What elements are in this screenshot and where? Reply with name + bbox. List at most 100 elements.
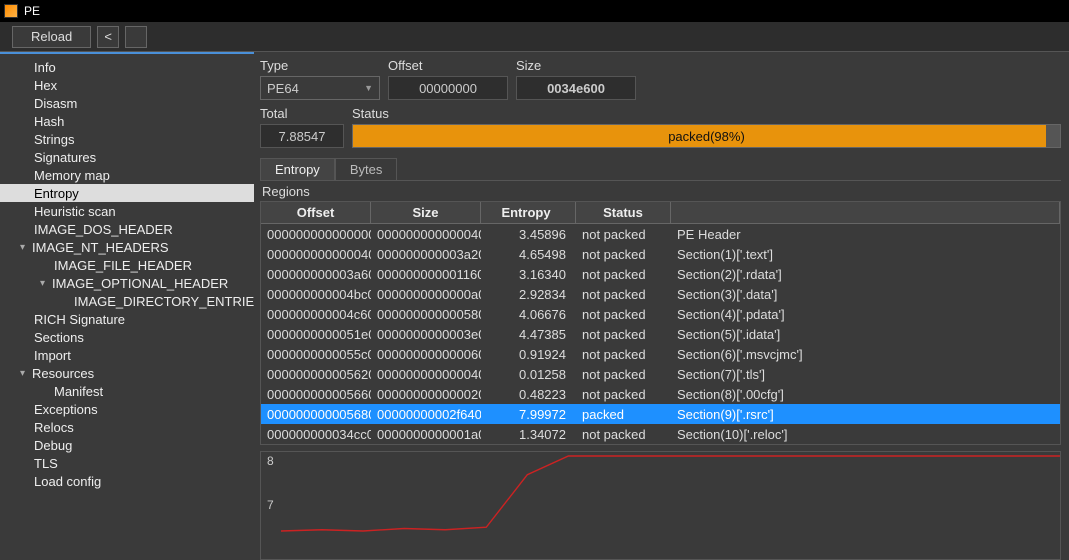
expand-icon: ▾ <box>40 278 52 289</box>
cell: Section(2)['.rdata'] <box>671 267 1060 282</box>
tree-item-label: TLS <box>34 456 58 471</box>
tree-item[interactable]: Relocs <box>0 418 254 436</box>
cell: 0000000000000400 <box>371 227 481 242</box>
cell: 3.16340 <box>481 267 576 282</box>
tree-item[interactable]: IMAGE_DIRECTORY_ENTRIES <box>0 292 254 310</box>
tab-bytes[interactable]: Bytes <box>335 158 398 180</box>
tree-item[interactable]: ▾IMAGE_OPTIONAL_HEADER <box>0 274 254 292</box>
cell: 0000000000000400 <box>371 367 481 382</box>
cell: 0000000000056200 <box>261 367 371 382</box>
cell: 000000000034cc00 <box>261 427 371 442</box>
cell: 4.65498 <box>481 247 576 262</box>
tree-item-label: IMAGE_DIRECTORY_ENTRIES <box>74 294 254 309</box>
tree-item-label: Load config <box>34 474 101 489</box>
cell: 0.91924 <box>481 347 576 362</box>
tree-item-label: Signatures <box>34 150 96 165</box>
tree-item-label: IMAGE_FILE_HEADER <box>54 258 192 273</box>
reload-button[interactable]: Reload <box>12 26 91 48</box>
tree-item[interactable]: Strings <box>0 130 254 148</box>
cell: 0000000000051e00 <box>261 327 371 342</box>
type-combo[interactable]: PE64 ▼ <box>260 76 380 100</box>
regions-table: Offset Size Entropy Status 0000000000000… <box>260 201 1061 445</box>
status-label: Status <box>352 106 1061 121</box>
cell: not packed <box>576 347 671 362</box>
table-row[interactable]: 000000000005680000000000002f64007.99972p… <box>261 404 1060 424</box>
tree-item[interactable]: Exceptions <box>0 400 254 418</box>
table-row[interactable]: 000000000005620000000000000004000.01258n… <box>261 364 1060 384</box>
table-row[interactable]: 000000000005660000000000000002000.48223n… <box>261 384 1060 404</box>
tree-item[interactable]: ▾Resources <box>0 364 254 382</box>
tree-item[interactable]: Info <box>0 58 254 76</box>
tree-item-label: Resources <box>32 366 94 381</box>
tree-item-label: Import <box>34 348 71 363</box>
table-row[interactable]: 0000000000055c0000000000000006000.91924n… <box>261 344 1060 364</box>
tree-item[interactable]: Hex <box>0 76 254 94</box>
tree-item-label: Relocs <box>34 420 74 435</box>
cell: not packed <box>576 307 671 322</box>
type-label: Type <box>260 58 380 73</box>
tree-item-label: IMAGE_OPTIONAL_HEADER <box>52 276 228 291</box>
cell: Section(10)['.reloc'] <box>671 427 1060 442</box>
cell: 000000000003a200 <box>371 247 481 262</box>
total-value: 7.88547 <box>260 124 344 148</box>
cell: Section(6)['.msvcjmc'] <box>671 347 1060 362</box>
cell: 0000000000056600 <box>261 387 371 402</box>
tree-item[interactable]: IMAGE_DOS_HEADER <box>0 220 254 238</box>
tree-item[interactable]: Entropy <box>0 184 254 202</box>
cell: 0000000000000400 <box>261 247 371 262</box>
tree-item-label: Sections <box>34 330 84 345</box>
tree-item[interactable]: Hash <box>0 112 254 130</box>
cell: Section(8)['.00cfg'] <box>671 387 1060 402</box>
app-icon <box>4 4 18 18</box>
tree-item[interactable]: Signatures <box>0 148 254 166</box>
back-button[interactable]: < <box>97 26 119 48</box>
tree-item[interactable]: TLS <box>0 454 254 472</box>
cell: 2.92834 <box>481 287 576 302</box>
total-label: Total <box>260 106 344 121</box>
entropy-chart: 8 7 <box>260 451 1061 560</box>
tree-item-label: IMAGE_DOS_HEADER <box>34 222 173 237</box>
col-entropy[interactable]: Entropy <box>481 202 576 223</box>
tree-item[interactable]: ▾IMAGE_NT_HEADERS <box>0 238 254 256</box>
col-offset[interactable]: Offset <box>261 202 371 223</box>
tree-item[interactable]: Debug <box>0 436 254 454</box>
table-row[interactable]: 000000000000000000000000000004003.45896n… <box>261 224 1060 244</box>
table-row[interactable]: 000000000004bc000000000000000a002.92834n… <box>261 284 1060 304</box>
tree-item[interactable]: Import <box>0 346 254 364</box>
sidebar: InfoHexDisasmHash Strings SignaturesMemory… <box>0 52 254 560</box>
tree-item[interactable]: Manifest <box>0 382 254 400</box>
tree-item[interactable]: Memory map <box>0 166 254 184</box>
table-row[interactable]: 000000000034cc000000000000001a001.34072n… <box>261 424 1060 444</box>
tree-item[interactable]: Load config <box>0 472 254 490</box>
cell: 0000000000000200 <box>371 387 481 402</box>
table-row[interactable]: 000000000004c60000000000000058004.06676n… <box>261 304 1060 324</box>
tree-item[interactable]: Heuristic scan <box>0 202 254 220</box>
cell: Section(3)['.data'] <box>671 287 1060 302</box>
tree-item-label: Strings <box>34 132 74 147</box>
regions-label: Regions <box>262 184 1061 199</box>
cell: 000000000004c600 <box>261 307 371 322</box>
cell: 3.45896 <box>481 227 576 242</box>
col-size[interactable]: Size <box>371 202 481 223</box>
cell: not packed <box>576 387 671 402</box>
tree-item[interactable]: Disasm <box>0 94 254 112</box>
square-button[interactable] <box>125 26 147 48</box>
col-status[interactable]: Status <box>576 202 671 223</box>
status-progress: packed(98%) <box>352 124 1061 148</box>
cell: not packed <box>576 367 671 382</box>
tree-item[interactable]: Sections <box>0 328 254 346</box>
table-row[interactable]: 0000000000051e000000000000003e004.47385n… <box>261 324 1060 344</box>
cell: 0000000000000600 <box>371 347 481 362</box>
cell: Section(9)['.rsrc'] <box>671 407 1060 422</box>
table-row[interactable]: 0000000000000400000000000003a2004.65498n… <box>261 244 1060 264</box>
tree-item[interactable]: RICH Signature <box>0 310 254 328</box>
cell: 4.06676 <box>481 307 576 322</box>
tab-entropy[interactable]: Entropy <box>260 158 335 180</box>
cell: 0000000000000000 <box>261 227 371 242</box>
chevron-down-icon: ▼ <box>364 83 373 93</box>
cell: 0.48223 <box>481 387 576 402</box>
cell: 000000000003a600 <box>261 267 371 282</box>
table-row[interactable]: 000000000003a60000000000000116003.16340n… <box>261 264 1060 284</box>
tree-item-label: Manifest <box>54 384 103 399</box>
tree-item[interactable]: IMAGE_FILE_HEADER <box>0 256 254 274</box>
